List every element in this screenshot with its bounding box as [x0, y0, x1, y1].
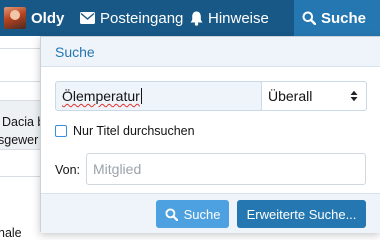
titles-only-option[interactable]: Nur Titel durchsuchen	[55, 123, 195, 139]
nav-alerts-label: Hinweise	[208, 9, 269, 27]
top-navbar: Oldy Posteingang Hinweise Suche	[0, 0, 380, 36]
text-caret	[140, 88, 142, 104]
search-icon	[165, 207, 178, 221]
member-label: Von:	[55, 163, 81, 177]
titles-only-checkbox[interactable]	[55, 125, 67, 137]
divider	[0, 48, 40, 49]
search-icon	[302, 11, 316, 25]
titles-only-label[interactable]: Nur Titel durchsuchen	[73, 124, 195, 138]
thread-snippet: sgewer	[0, 133, 39, 147]
advanced-search-button[interactable]: Erweiterte Suche...	[237, 200, 366, 228]
nav-user-label: Oldy	[31, 9, 65, 27]
search-scope-value: Überall	[268, 88, 313, 104]
search-button[interactable]: Suche	[156, 200, 229, 228]
nav-search-label: Suche	[321, 9, 367, 27]
thread-snippet: Dacia b	[2, 115, 45, 129]
search-panel-footer: Suche Erweiterte Suche...	[41, 193, 380, 233]
nav-inbox[interactable]: Posteingang	[80, 0, 190, 36]
updown-arrows-icon	[350, 90, 358, 102]
search-input[interactable]: Ölemperatur	[55, 81, 261, 111]
search-query-text: Ölemperatur	[62, 88, 140, 104]
member-placeholder: Mitglied	[93, 161, 142, 177]
advanced-search-label: Erweiterte Suche...	[246, 206, 357, 222]
nav-user-menu[interactable]: Oldy	[0, 0, 80, 36]
divider	[0, 81, 40, 82]
envelope-icon	[80, 12, 95, 24]
search-panel-title: Suche	[55, 44, 95, 60]
divider	[0, 176, 40, 177]
search-button-label: Suche	[183, 206, 221, 222]
avatar[interactable]	[4, 7, 26, 29]
thread-preview[interactable]: Dacia b sgewer	[0, 100, 44, 150]
search-dropdown: Suche Ölemperatur Überall Nur Titel durc…	[40, 36, 380, 233]
thread-snippet: nale	[0, 226, 22, 240]
bell-icon	[190, 11, 203, 26]
search-panel-header: Suche	[41, 37, 380, 67]
nav-inbox-label: Posteingang	[100, 9, 184, 27]
nav-alerts[interactable]: Hinweise	[190, 0, 294, 36]
search-scope-select[interactable]: Überall	[261, 81, 367, 111]
member-input[interactable]: Mitglied	[86, 153, 366, 185]
nav-search-tab[interactable]: Suche	[294, 0, 380, 36]
